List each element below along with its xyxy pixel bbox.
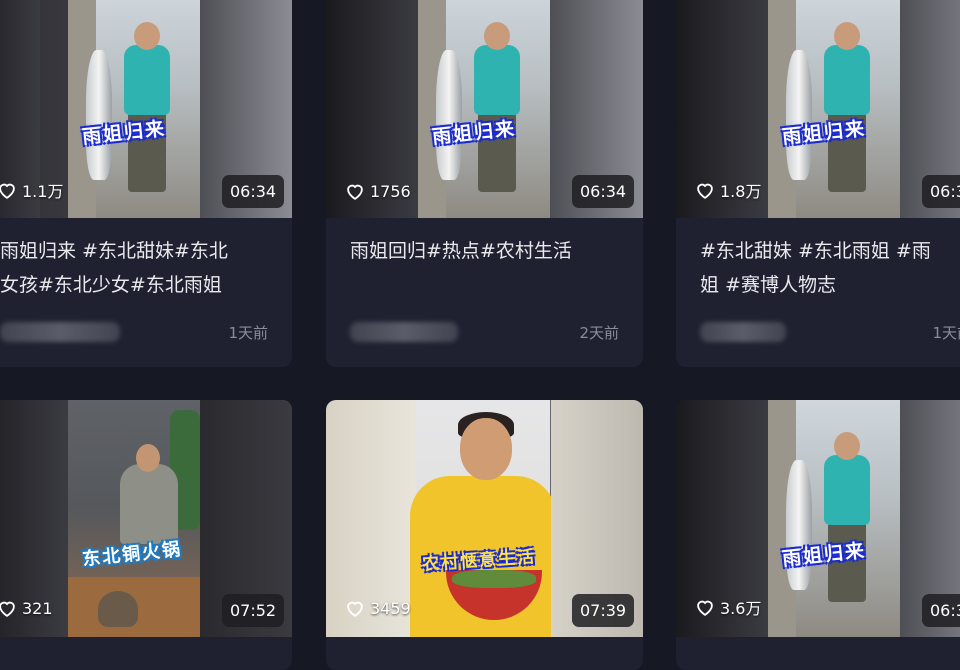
heart-outline-icon	[347, 184, 363, 200]
video-thumbnail[interactable]: 东北铜火锅 321 07:52	[0, 400, 292, 637]
video-card[interactable]: 雨姐归来 1.8万 06:34 #东北甜妹 #东北雨姐 #雨 姐 #赛博人物志 …	[676, 0, 960, 367]
video-thumbnail[interactable]: 农村惬意生活 3459 07:39	[326, 400, 643, 637]
person-shirt	[474, 45, 520, 115]
thumbnail-scene: 农村惬意生活	[410, 400, 556, 637]
heart-outline-icon	[0, 183, 15, 199]
thumbnail-caption: 东北铜火锅	[81, 538, 183, 571]
person-head	[136, 444, 160, 472]
like-count-text: 1756	[370, 181, 411, 201]
person-head	[484, 22, 510, 50]
fish	[436, 50, 462, 180]
thumbnail-scene: 雨姐归来	[68, 0, 200, 218]
video-title[interactable]: 雨姐归来 #东北甜妹#东北 女孩#东北少女#东北雨姐	[0, 234, 274, 302]
like-count: 1.1万	[0, 178, 63, 202]
heart-outline-icon	[697, 600, 713, 616]
video-thumbnail[interactable]: 雨姐归来 1756 06:34	[326, 0, 643, 218]
video-title-line: 女孩#东北少女#东北雨姐	[0, 274, 222, 296]
greens	[452, 570, 536, 588]
person-head	[834, 22, 860, 50]
person-head	[834, 432, 860, 460]
video-card[interactable]: 雨姐归来 3.6万 06:34	[676, 400, 960, 670]
video-title-line: 姐 #赛博人物志	[700, 274, 836, 296]
video-thumbnail[interactable]: 雨姐归来 1.8万 06:34	[676, 0, 960, 218]
video-title-line: 雨姐回归#热点#农村生活	[350, 240, 572, 262]
like-count-text: 3.6万	[720, 599, 762, 618]
thumbnail-scene: 雨姐归来	[768, 0, 900, 218]
like-count: 3.6万	[694, 595, 761, 619]
heart-outline-icon	[697, 183, 713, 199]
heart-outline-icon	[347, 601, 363, 617]
video-title-line: #东北甜妹 #东北雨姐 #雨	[700, 240, 931, 262]
video-title[interactable]: #东北甜妹 #东北雨姐 #雨 姐 #赛博人物志	[700, 234, 960, 302]
video-card[interactable]: 农村惬意生活 3459 07:39	[326, 400, 643, 670]
video-duration: 06:34	[922, 175, 960, 208]
thumbnail-scene: 雨姐归来	[418, 0, 550, 218]
video-duration: 06:34	[922, 594, 960, 627]
author-name-blurred[interactable]	[350, 322, 458, 342]
video-card[interactable]: 雨姐归来 1756 06:34 雨姐回归#热点#农村生活 2天前	[326, 0, 643, 367]
hotpot	[98, 591, 138, 627]
like-count-text: 1.1万	[22, 182, 64, 201]
video-card[interactable]: 东北铜火锅 321 07:52	[0, 400, 292, 670]
like-count-text: 321	[22, 598, 53, 618]
post-age: 1天前	[228, 324, 268, 342]
person	[120, 464, 178, 544]
author-name-blurred[interactable]	[700, 322, 786, 342]
heart-outline-icon	[0, 601, 15, 617]
video-duration: 06:34	[572, 175, 635, 208]
person-shirt	[824, 455, 870, 525]
video-duration: 07:52	[222, 594, 285, 627]
like-count: 1.8万	[694, 178, 761, 202]
like-count: 321	[0, 597, 53, 619]
like-count: 1756	[344, 180, 411, 202]
video-meta: 1天前	[0, 322, 268, 344]
thumbnail-scene: 东北铜火锅	[68, 400, 200, 637]
like-count-text: 1.8万	[720, 182, 762, 201]
video-meta: 2天前	[350, 322, 619, 344]
person-shirt	[824, 45, 870, 115]
post-age: 1天前	[932, 324, 960, 342]
video-thumbnail[interactable]: 雨姐归来 1.1万 06:34	[0, 0, 292, 218]
video-title[interactable]: 雨姐回归#热点#农村生活	[350, 234, 625, 268]
video-duration: 07:39	[572, 594, 635, 627]
author-name-blurred[interactable]	[0, 322, 120, 342]
video-card[interactable]: 雨姐归来 1.1万 06:34 雨姐归来 #东北甜妹#东北 女孩#东北少女#东北…	[0, 0, 292, 367]
thumbnail-scene: 雨姐归来	[768, 400, 900, 637]
person-shirt	[124, 45, 170, 115]
fish	[86, 50, 112, 180]
like-count: 3459	[344, 597, 411, 619]
video-meta: 1天前	[700, 322, 960, 344]
video-thumbnail[interactable]: 雨姐归来 3.6万 06:34	[676, 400, 960, 637]
person-head	[134, 22, 160, 50]
like-count-text: 3459	[370, 598, 411, 618]
post-age: 2天前	[579, 324, 619, 342]
video-duration: 06:34	[222, 175, 285, 208]
fish	[786, 50, 812, 180]
person-head	[460, 418, 512, 480]
video-title-line: 雨姐归来 #东北甜妹#东北	[0, 240, 228, 262]
